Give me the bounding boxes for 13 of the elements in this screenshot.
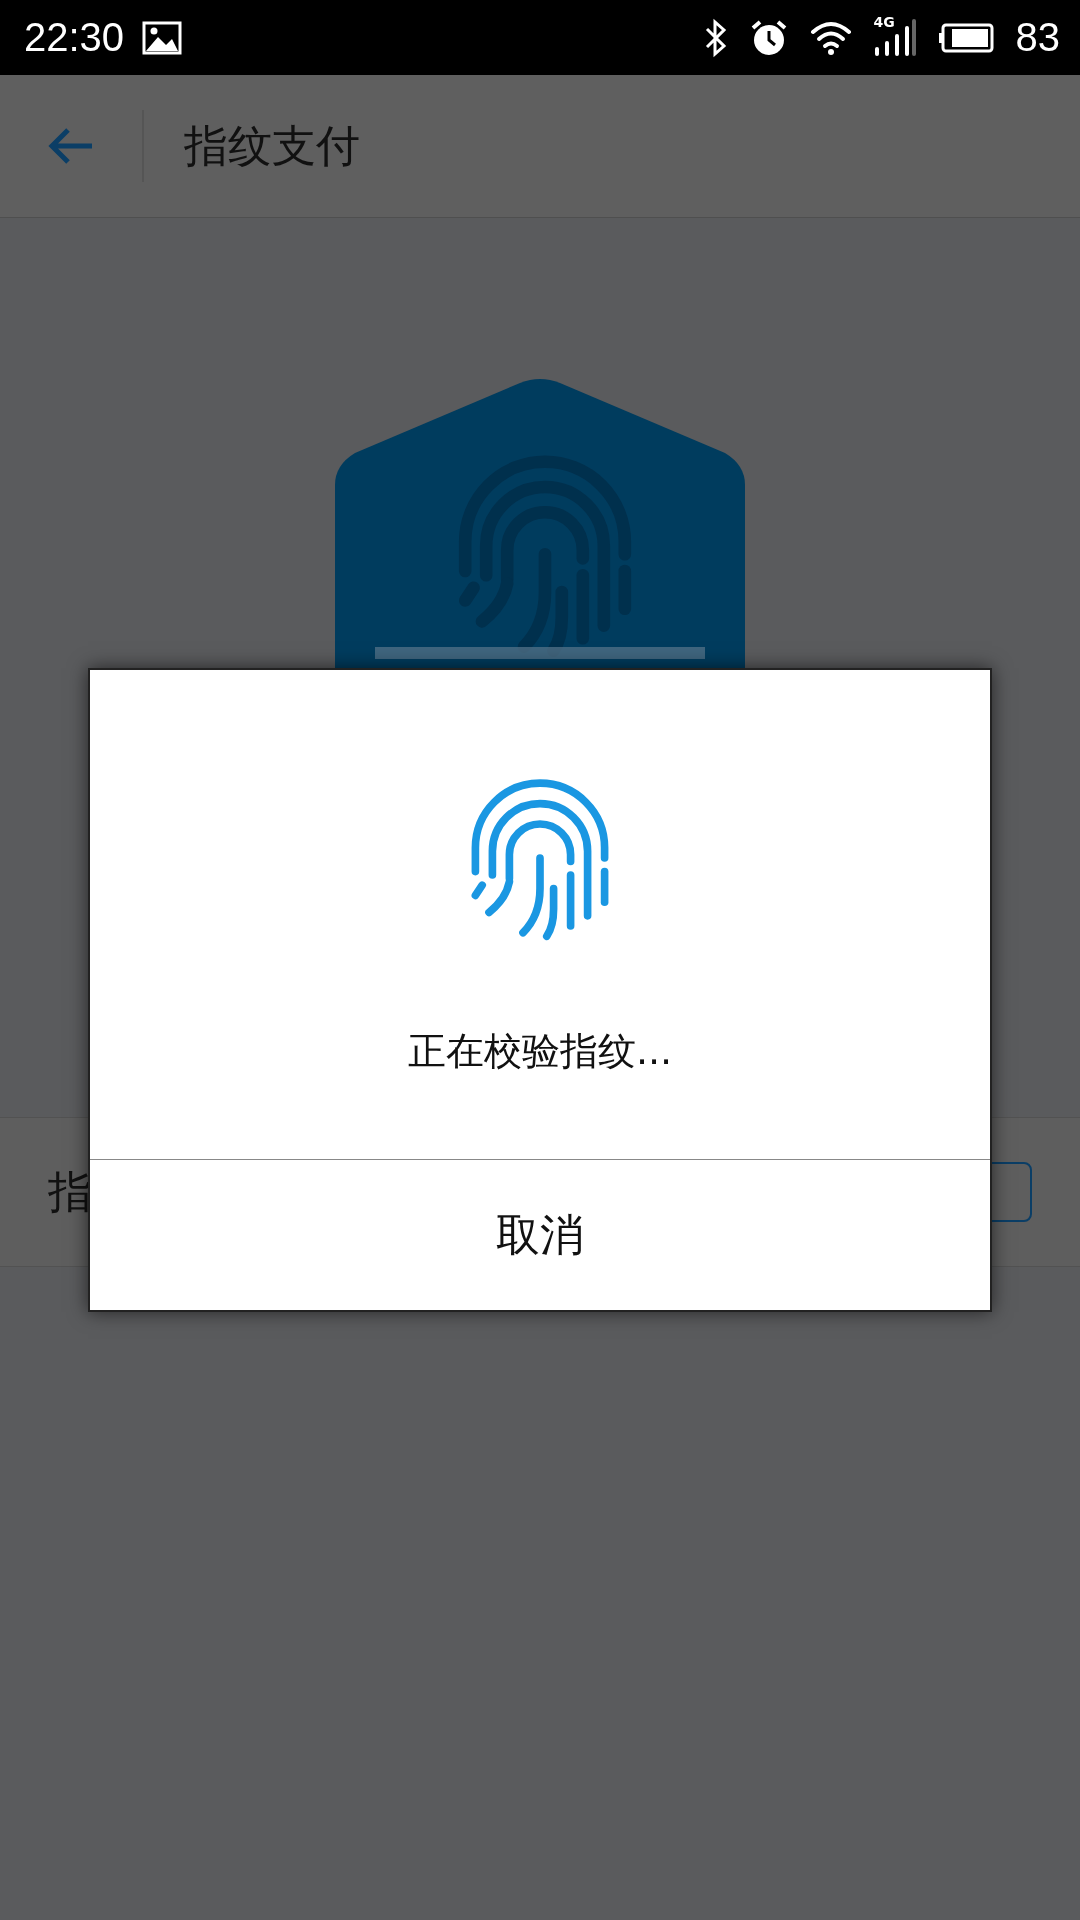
cancel-button[interactable]: 取消	[90, 1160, 990, 1310]
alarm-icon	[749, 18, 788, 57]
bluetooth-icon	[703, 17, 728, 58]
battery-icon	[937, 22, 994, 53]
network-type: 4G	[873, 13, 895, 30]
signal-icon	[873, 17, 916, 58]
battery-percent: 83	[1015, 15, 1060, 60]
status-time: 22:30	[24, 15, 125, 60]
setting-label: 指	[48, 1164, 92, 1219]
wifi-icon	[809, 19, 852, 56]
page-title: 指纹支付	[184, 118, 360, 173]
image-icon	[142, 20, 183, 55]
dialog-message: 正在校验指纹...	[407, 1028, 673, 1075]
